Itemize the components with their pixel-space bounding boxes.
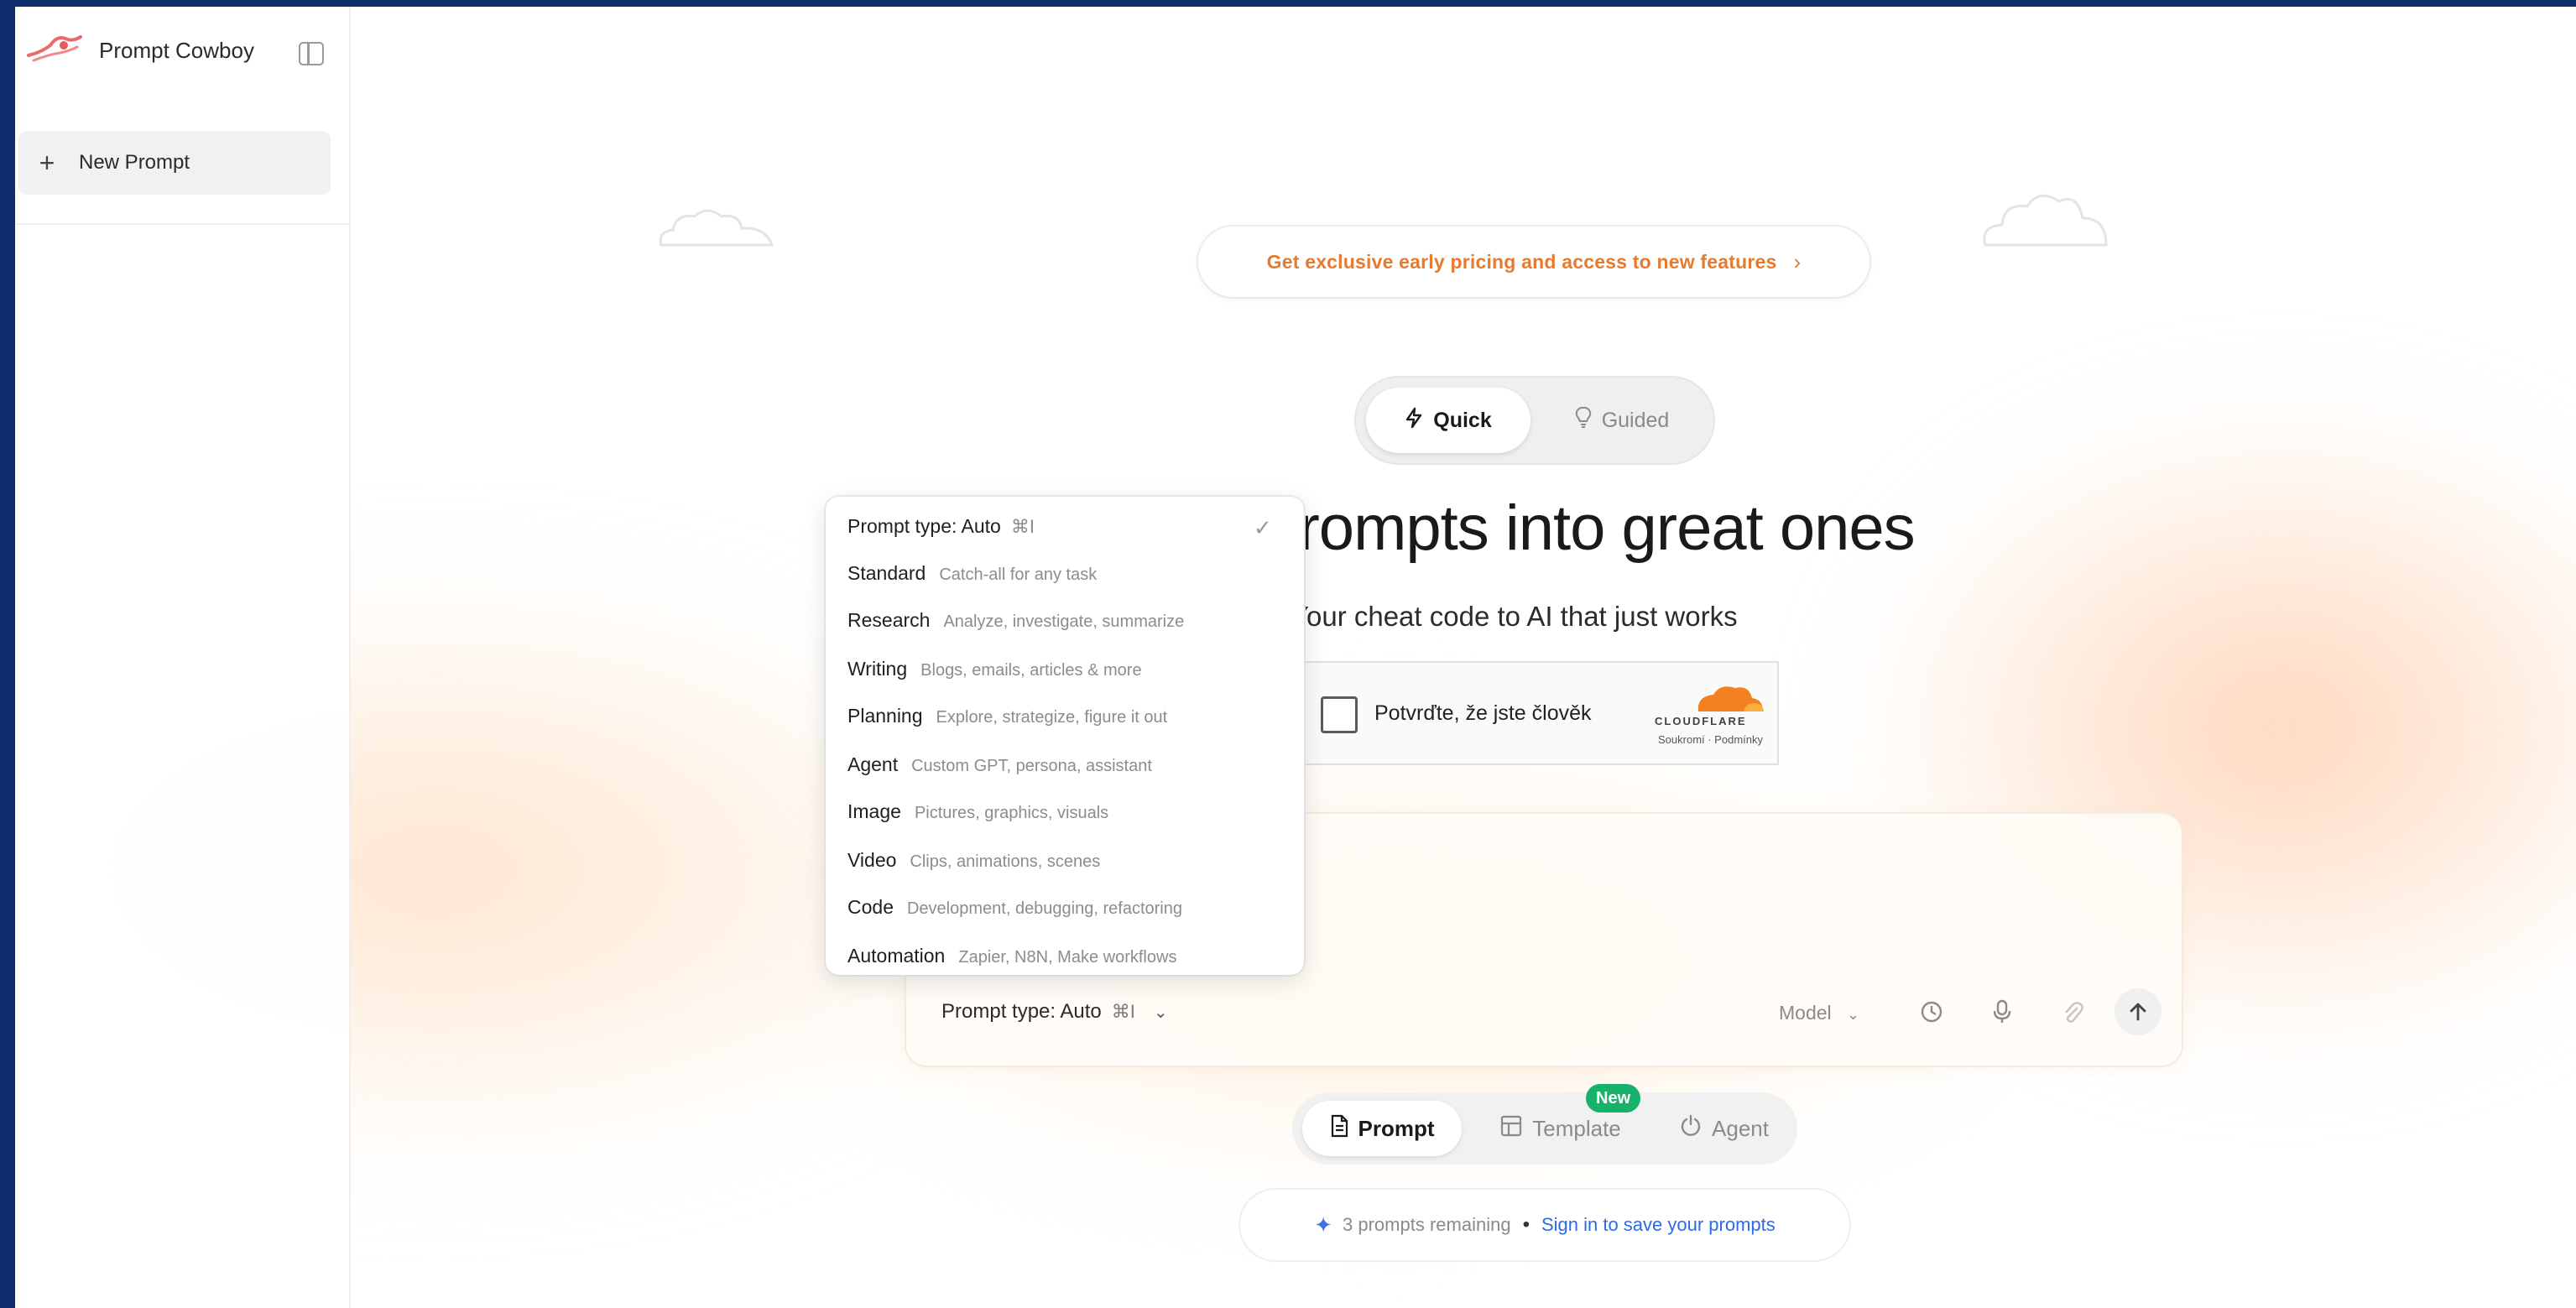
dropdown-option[interactable]: Planning Explore, strategize, figure it … (847, 705, 1167, 727)
new-badge: New (1586, 1084, 1641, 1113)
app-window: Prompt Cowboy + New Prompt Get exclusive… (15, 7, 2576, 1308)
option-name: Standard (847, 562, 926, 584)
option-desc: Blogs, emails, articles & more (920, 661, 1142, 680)
cloud-icon (1983, 194, 2108, 247)
dropdown-option[interactable]: Writing Blogs, emails, articles & more (847, 658, 1142, 680)
cloudflare-icon (1697, 686, 1764, 711)
option-desc: Pictures, graphics, visuals (914, 804, 1109, 822)
option-desc: Analyze, investigate, summarize (943, 612, 1185, 631)
option-name: Automation (847, 945, 946, 967)
captcha-label: Potvrďte, že jste člověk (1374, 701, 1592, 725)
option-name: Agent (847, 753, 899, 775)
remaining-count: 3 prompts remaining (1343, 1214, 1511, 1235)
shortcut-hint: ⌘I (1010, 516, 1035, 537)
tab-template-label: Template (1532, 1115, 1621, 1141)
early-pricing-banner[interactable]: Get exclusive early pricing and access t… (1198, 227, 1869, 297)
guided-mode-button[interactable]: Guided (1542, 388, 1702, 453)
remaining-prompts-bar: ✦ 3 prompts remaining • Sign in to save … (1240, 1190, 1849, 1260)
sidebar-toggle-icon[interactable] (299, 42, 324, 65)
cowboy-logo-icon (27, 35, 82, 62)
app-name: Prompt Cowboy (99, 37, 254, 63)
chevron-down-icon: ⌄ (1847, 1006, 1860, 1023)
tab-agent[interactable]: Agent (1653, 1101, 1796, 1156)
new-prompt-button[interactable]: + New Prompt (18, 131, 331, 195)
option-desc: Explore, strategize, figure it out (936, 708, 1168, 727)
dropdown-option-auto[interactable]: Prompt type: Auto ⌘I (847, 515, 1035, 538)
dropdown-option[interactable]: Automation Zapier, N8N, Make workflows (847, 945, 1176, 967)
option-name: Video (847, 849, 897, 871)
captcha-links[interactable]: Soukromí · Podmínky (1658, 733, 1763, 746)
cloudflare-brand: CLOUDFLARE (1655, 715, 1747, 727)
chevron-right-icon: › (1793, 248, 1802, 274)
option-name: Planning (847, 705, 923, 727)
model-select[interactable]: Model ⌄ (1779, 1002, 1859, 1024)
tab-prompt-label: Prompt (1358, 1115, 1435, 1141)
tab-agent-label: Agent (1712, 1115, 1769, 1141)
microphone-icon[interactable] (1979, 988, 2026, 1035)
option-desc: Clips, animations, scenes (910, 852, 1101, 871)
option-desc: Development, debugging, refactoring (906, 899, 1182, 918)
prompt-type-label: Prompt type: Auto (941, 1000, 1102, 1023)
option-desc: Custom GPT, persona, assistant (911, 757, 1152, 775)
template-icon (1500, 1115, 1522, 1143)
new-prompt-label: New Prompt (79, 151, 190, 174)
sparkle-icon: ✦ (1314, 1212, 1333, 1238)
check-icon: ✓ (1254, 515, 1272, 540)
hero-subline: Your cheat code to AI that just works (1291, 601, 1738, 632)
guided-label: Guided (1601, 408, 1670, 432)
prompt-type-select[interactable]: Prompt type: Auto ⌘I ⌄ (941, 1000, 1168, 1024)
agent-icon (1680, 1114, 1702, 1144)
arrow-up-icon (2130, 1003, 2146, 1021)
dropdown-option[interactable]: Research Analyze, investigate, summarize (847, 609, 1184, 632)
separator-dot: • (1522, 1213, 1530, 1236)
option-desc: Catch-all for any task (939, 565, 1098, 584)
plus-icon: + (39, 147, 55, 178)
option-name: Writing (847, 658, 908, 680)
output-type-tabs: Prompt Template Agent (1292, 1092, 1797, 1165)
captcha-widget: Potvrďte, že jste člověk CLOUDFLARE Souk… (1301, 661, 1779, 765)
shortcut-hint: ⌘I (1111, 1001, 1135, 1022)
dropdown-option[interactable]: Image Pictures, graphics, visuals (847, 800, 1108, 823)
paperclip-icon[interactable] (2049, 988, 2096, 1035)
sign-in-link[interactable]: Sign in to save your prompts (1541, 1214, 1776, 1236)
history-icon[interactable] (1908, 988, 1955, 1035)
option-name: Research (847, 609, 931, 631)
bolt-icon (1405, 407, 1423, 435)
cloud-icon (659, 209, 774, 247)
dropdown-option[interactable]: Video Clips, animations, scenes (847, 849, 1100, 872)
quick-label: Quick (1433, 408, 1492, 432)
sidebar: Prompt Cowboy + New Prompt (15, 7, 351, 1308)
chevron-down-icon: ⌄ (1153, 1003, 1168, 1022)
dropdown-header-label: Prompt type: Auto (847, 515, 1001, 537)
dropdown-option[interactable]: Agent Custom GPT, persona, assistant (847, 753, 1152, 776)
quick-mode-button[interactable]: Quick (1366, 388, 1530, 453)
dropdown-option[interactable]: Code Development, debugging, refactoring (847, 896, 1182, 919)
lightbulb-icon (1575, 406, 1592, 435)
send-button[interactable] (2115, 988, 2161, 1035)
option-name: Code (847, 896, 894, 918)
mode-toggle: Quick Guided (1354, 376, 1715, 465)
sidebar-divider (15, 223, 349, 225)
dropdown-option[interactable]: Standard Catch-all for any task (847, 562, 1097, 585)
option-desc: Zapier, N8N, Make workflows (958, 948, 1177, 967)
document-icon (1330, 1114, 1348, 1144)
captcha-checkbox[interactable] (1321, 696, 1358, 733)
tab-prompt[interactable]: Prompt (1302, 1101, 1462, 1156)
banner-text: Get exclusive early pricing and access t… (1266, 250, 1777, 273)
hero-headline: / prompts into great ones (1230, 492, 1916, 564)
option-name: Image (847, 800, 901, 822)
prompt-type-dropdown: Prompt type: Auto ⌘I ✓ Standard Catch-al… (826, 497, 1304, 975)
brand[interactable]: Prompt Cowboy (25, 30, 254, 70)
model-label: Model (1779, 1002, 1832, 1024)
